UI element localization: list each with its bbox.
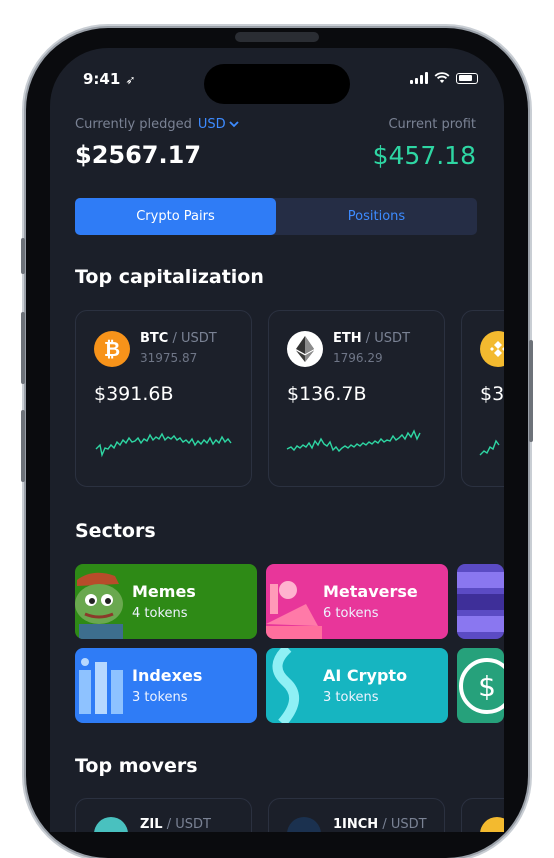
profit-value: $457.18: [372, 141, 476, 170]
sector-count: 6 tokens: [323, 606, 379, 621]
dynamic-island: [204, 64, 350, 104]
pair-label: 1INCH / USDT: [333, 817, 427, 832]
wifi-icon: [434, 72, 450, 83]
sector-stablecoins[interactable]: $: [457, 648, 504, 723]
sector-name: Metaverse: [323, 582, 418, 601]
bitcoin-icon: ₿: [94, 331, 130, 367]
status-icons: [410, 72, 478, 84]
sector-count: 4 tokens: [132, 606, 188, 621]
sparkline-chart: [286, 429, 421, 453]
pledged-row: Currently pledged USD: [75, 117, 239, 132]
solana-icon: [457, 572, 504, 632]
pair-label: BTC / USDT: [140, 331, 217, 346]
sector-name: Indexes: [132, 666, 203, 685]
binance-icon: [480, 331, 504, 367]
pair-label: ETH / USDT: [333, 331, 411, 346]
phone-speaker: [235, 32, 319, 42]
mute-switch: [21, 238, 25, 274]
market-cap: $3: [480, 383, 504, 405]
sector-name: AI Crypto: [323, 666, 408, 685]
cap-card-btc[interactable]: ₿ BTC / USDT 31975.87 $391.6B: [75, 310, 252, 487]
svg-text:$: $: [478, 670, 496, 703]
pair-price: 31975.87: [140, 351, 198, 365]
cap-card-bnb[interactable]: $3: [461, 310, 504, 487]
pair-label: ZIL / USDT: [140, 817, 211, 832]
sector-memes[interactable]: Memes 4 tokens: [75, 564, 257, 639]
currency-selector[interactable]: USD: [198, 117, 239, 132]
sparkline-chart: [479, 439, 500, 456]
coin-icon: [480, 817, 504, 832]
profit-label: Current profit: [388, 117, 476, 132]
indexes-icon: [79, 658, 123, 714]
volume-down-button: [21, 410, 25, 482]
sectors-title: Sectors: [75, 520, 156, 542]
segmented-control: Crypto Pairs Positions: [75, 198, 477, 235]
sector-solana[interactable]: [457, 564, 504, 639]
top-capitalization-title: Top capitalization: [75, 266, 264, 288]
sector-indexes[interactable]: Indexes 3 tokens: [75, 648, 257, 723]
currency-label: USD: [197, 117, 226, 132]
market-cap: $136.7B: [287, 383, 367, 405]
pledged-label: Currently pledged: [75, 117, 192, 132]
power-button: [529, 340, 533, 442]
sector-name: Memes: [132, 582, 196, 601]
app-screen: 9:41 ➶ Currently pledged USD $2567.17 Cu…: [50, 48, 504, 832]
sector-count: 3 tokens: [323, 690, 379, 705]
usdc-icon: $: [459, 658, 504, 714]
chevron-down-icon: [229, 121, 239, 128]
1inch-icon: [287, 817, 321, 832]
top-movers-title: Top movers: [75, 755, 198, 777]
signal-icon: [410, 72, 428, 84]
sector-metaverse[interactable]: Metaverse 6 tokens: [266, 564, 448, 639]
mover-card-partial[interactable]: [461, 798, 504, 832]
pepe-icon: [75, 572, 123, 639]
sector-ai-crypto[interactable]: AI Crypto 3 tokens: [266, 648, 448, 723]
mover-card-1inch[interactable]: 1INCH / USDT: [268, 798, 445, 832]
ai-crypto-icon: [272, 648, 299, 723]
cap-card-eth[interactable]: ETH / USDT 1796.29 $136.7B: [268, 310, 445, 487]
battery-icon: [456, 72, 478, 84]
zil-icon: [94, 817, 128, 832]
ethereum-icon: [287, 331, 323, 367]
sector-count: 3 tokens: [132, 690, 188, 705]
market-cap: $391.6B: [94, 383, 174, 405]
mover-card-zil[interactable]: ZIL / USDT: [75, 798, 252, 832]
status-time: 9:41 ➶: [83, 70, 136, 88]
tab-crypto-pairs[interactable]: Crypto Pairs: [75, 198, 276, 235]
tab-positions[interactable]: Positions: [276, 198, 477, 235]
sparkline-chart: [95, 432, 232, 458]
volume-up-button: [21, 312, 25, 384]
pledged-value: $2567.17: [75, 141, 202, 169]
location-arrow-icon: ➶: [125, 73, 136, 87]
metaverse-icon: [266, 581, 322, 639]
pair-price: 1796.29: [333, 351, 383, 365]
